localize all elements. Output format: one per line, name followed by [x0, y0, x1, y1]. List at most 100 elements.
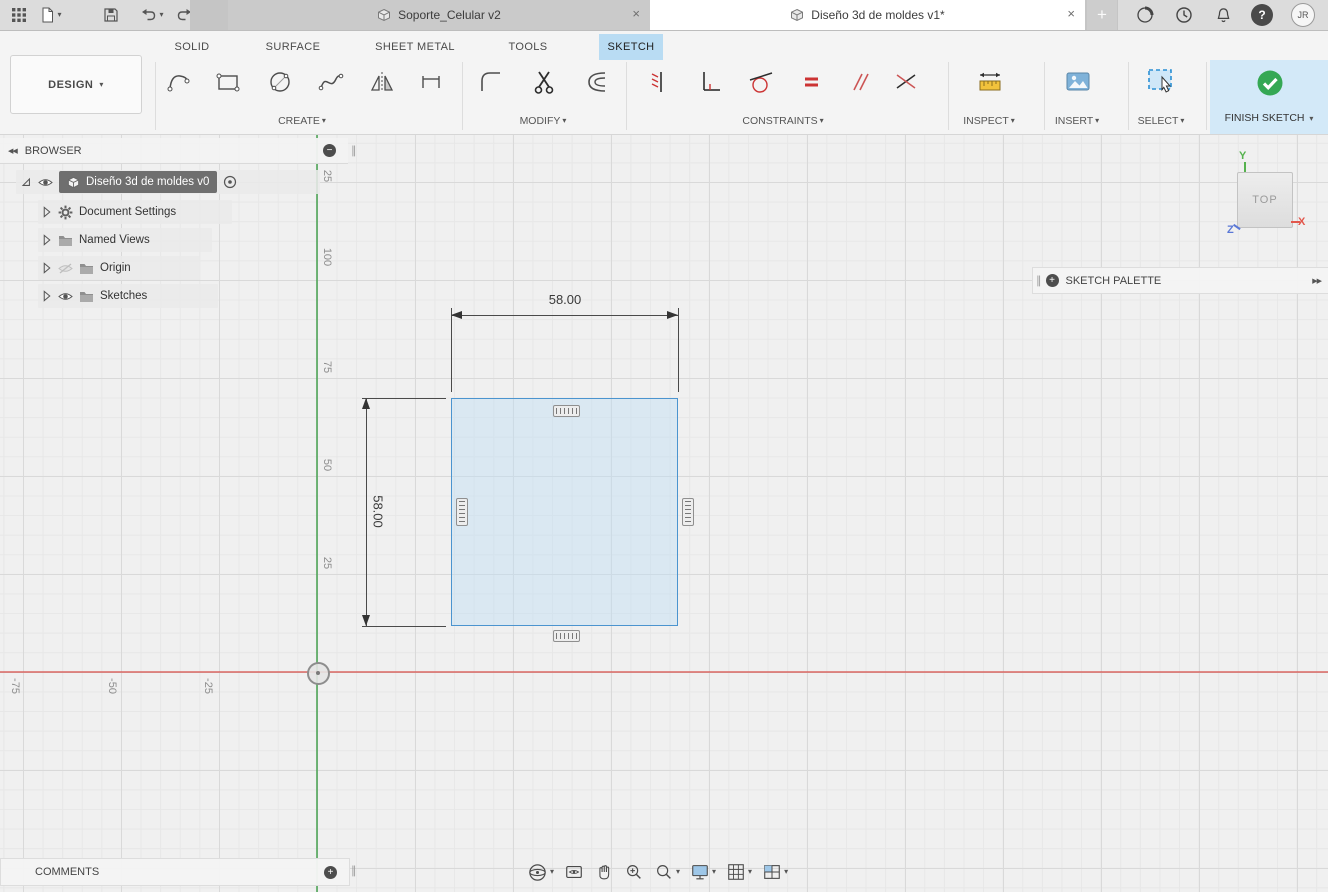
notifications-bell-icon[interactable] — [1210, 0, 1236, 30]
job-status-icon[interactable] — [1132, 0, 1158, 30]
activate-radio-icon[interactable] — [223, 175, 237, 189]
collapse-panel-icon[interactable]: ◀◀ — [8, 147, 18, 155]
expanded-node-icon[interactable] — [20, 176, 32, 188]
line-tool-icon[interactable] — [159, 62, 199, 102]
tab-sheet-metal[interactable]: SHEET METAL — [363, 34, 467, 60]
browser-item-named-views[interactable]: Named Views — [38, 228, 212, 252]
visibility-eye-icon[interactable] — [58, 291, 73, 302]
panel-grip[interactable]: ∥ — [1036, 274, 1042, 287]
chevron-down-icon: ▾ — [784, 867, 789, 876]
horizontal-constraint-badge[interactable] — [553, 630, 580, 642]
modify-group-dropdown[interactable]: MODIFY ▾ — [488, 112, 598, 130]
trim-scissors-icon[interactable] — [524, 62, 564, 102]
viewcube-top-face[interactable]: TOP — [1237, 172, 1293, 228]
document-tab-inactive[interactable]: Soporte_Celular v2 × — [228, 0, 651, 30]
expand-arrow-icon[interactable] — [42, 290, 52, 302]
file-icon — [42, 7, 54, 23]
active-component-badge[interactable]: Diseño 3d de moldes v0 — [59, 171, 218, 193]
origin-dot — [315, 670, 320, 675]
create-group-dropdown[interactable]: CREATE ▾ — [247, 112, 357, 130]
expand-plus-icon[interactable]: + — [324, 865, 337, 879]
constraint-perpendicular-icon[interactable] — [690, 62, 730, 102]
file-menu-button[interactable]: ▾ — [36, 0, 66, 30]
panel-grip[interactable]: ∥ — [351, 144, 357, 157]
expand-arrow-icon[interactable] — [42, 262, 52, 274]
expand-panel-icon[interactable]: ▶▶ — [1312, 277, 1322, 285]
zoom-window-tool[interactable]: ▾ — [651, 861, 683, 883]
slot-tool-icon[interactable] — [411, 62, 451, 102]
recent-clock-icon[interactable] — [1171, 0, 1197, 30]
collapse-circle-icon[interactable]: − — [323, 144, 336, 157]
viewcube[interactable]: TOP Y X Z — [1225, 145, 1320, 240]
sketch-rectangle[interactable] — [451, 398, 678, 626]
dimension-value-width[interactable]: 58.00 — [539, 292, 591, 307]
new-tab-button[interactable]: + — [1087, 0, 1117, 30]
browser-root-row[interactable]: Diseño 3d de moldes v0 — [16, 170, 320, 194]
user-avatar[interactable]: JR — [1288, 0, 1318, 30]
finish-sketch-button[interactable]: FINISH SKETCH ▾ — [1210, 60, 1328, 134]
design-workspace-dropdown[interactable]: DESIGN ▾ — [10, 55, 142, 114]
component-cube-icon — [67, 176, 80, 188]
display-settings-tool[interactable]: ▾ — [687, 861, 719, 883]
document-tab-active[interactable]: Diseño 3d de moldes v1* × — [650, 0, 1085, 30]
constraint-parallel-icon[interactable] — [839, 62, 879, 102]
visibility-eye-icon[interactable] — [38, 177, 53, 188]
constraints-group-dropdown[interactable]: CONSTRAINTS ▾ — [728, 112, 838, 130]
fillet-tool-icon[interactable] — [471, 62, 511, 102]
browser-item-document-settings[interactable]: Document Settings — [38, 200, 232, 224]
constraint-midpoint-icon[interactable] — [886, 62, 926, 102]
constraint-vertical-icon[interactable] — [638, 62, 678, 102]
viewports-tool[interactable]: ▾ — [759, 861, 791, 883]
look-at-tool[interactable] — [561, 861, 587, 883]
select-tool-icon[interactable] — [1141, 62, 1181, 102]
browser-header[interactable]: ◀◀ BROWSER − — [0, 138, 348, 164]
app-grid-icon[interactable] — [6, 0, 32, 30]
dimension-arrow-right — [667, 311, 678, 319]
sketch-palette-bar[interactable]: ∥ + SKETCH PALETTE ▶▶ — [1032, 267, 1328, 294]
zoom-tool[interactable] — [621, 861, 647, 883]
dimension-line — [366, 398, 367, 626]
browser-item-sketches[interactable]: Sketches — [38, 284, 218, 308]
panel-grip[interactable]: ∥ — [351, 864, 357, 877]
undo-button[interactable]: ▾ — [136, 0, 168, 30]
orbit-tool[interactable]: ▾ — [524, 861, 557, 884]
close-icon[interactable]: × — [1067, 7, 1075, 20]
spline-tool-icon[interactable] — [311, 62, 351, 102]
vertical-constraint-badge[interactable] — [456, 498, 468, 526]
insert-image-icon[interactable] — [1058, 62, 1098, 102]
visibility-off-eye-icon[interactable] — [58, 262, 73, 274]
constraint-tangent-icon[interactable] — [741, 62, 781, 102]
document-cube-icon — [378, 8, 391, 22]
origin-point[interactable] — [307, 662, 330, 685]
close-icon[interactable]: × — [632, 7, 640, 20]
chevron-down-icon: ▾ — [819, 116, 824, 125]
root-component-label: Diseño 3d de moldes v0 — [86, 176, 210, 188]
circle-tool-icon[interactable] — [260, 62, 300, 102]
help-button[interactable]: ? — [1249, 0, 1275, 30]
browser-item-origin[interactable]: Origin — [38, 256, 200, 280]
expand-plus-icon[interactable]: + — [1045, 274, 1059, 287]
offset-tool-icon[interactable] — [576, 62, 616, 102]
expand-arrow-icon[interactable] — [42, 234, 52, 246]
comments-bar[interactable]: COMMENTS + — [0, 858, 350, 886]
vertical-constraint-badge[interactable] — [682, 498, 694, 526]
dimension-value-height[interactable]: 58.00 — [371, 486, 386, 538]
constraint-equal-icon[interactable] — [791, 62, 831, 102]
mirror-tool-icon[interactable] — [362, 62, 402, 102]
y-axis-tick: 100 — [321, 247, 333, 267]
measure-tool-icon[interactable] — [970, 62, 1010, 102]
pan-tool[interactable] — [591, 861, 617, 883]
chevron-down-icon: ▾ — [562, 116, 567, 125]
document-cube-icon — [791, 8, 804, 22]
tab-surface[interactable]: SURFACE — [256, 34, 330, 60]
rectangle-tool-icon[interactable] — [208, 62, 248, 102]
expand-arrow-icon[interactable] — [42, 206, 52, 218]
tab-solid[interactable]: SOLID — [162, 34, 222, 60]
tab-tools[interactable]: TOOLS — [499, 34, 557, 60]
horizontal-constraint-badge[interactable] — [553, 405, 580, 417]
save-button[interactable] — [98, 0, 124, 30]
tab-sketch[interactable]: SKETCH — [599, 34, 663, 60]
select-group-dropdown[interactable]: SELECT ▾ — [1106, 112, 1216, 130]
grid-snap-settings-tool[interactable]: ▾ — [723, 861, 755, 883]
chevron-down-icon: ▾ — [1095, 116, 1100, 125]
